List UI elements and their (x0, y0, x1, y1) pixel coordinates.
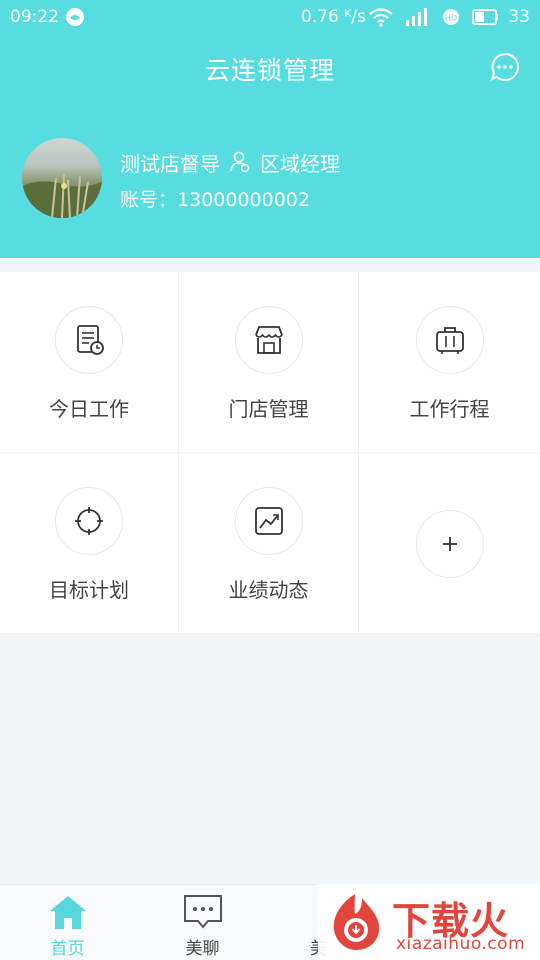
add-button[interactable] (415, 510, 484, 578)
wifi-icon (369, 8, 393, 27)
grid-item-add[interactable] (359, 453, 540, 634)
grid-item-performance[interactable]: 业绩动态 (179, 453, 359, 634)
grid-item-work-itinerary[interactable]: 工作行程 (359, 272, 540, 453)
grid-icon-circle (234, 306, 303, 374)
grid-icon-circle (55, 487, 123, 555)
grid-item-label: 目标计划 (49, 578, 129, 602)
tab-chat[interactable]: 美聊 (135, 885, 270, 960)
battery-icon (472, 9, 498, 25)
tab-label: 美聊 (185, 939, 220, 959)
grid-item-label: 工作行程 (409, 397, 490, 421)
grid-icon-circle (415, 306, 484, 374)
user-name: 测试店督导 (120, 151, 220, 176)
message-icon (183, 895, 222, 929)
flame-logo-icon (333, 894, 380, 950)
today-work-icon (77, 325, 104, 355)
account-info: 账号：13000000002 (120, 185, 310, 212)
watermark: 下载火 xiazaihuo.com (318, 884, 540, 960)
tab-home[interactable]: 首页 (0, 885, 135, 960)
hd-icon: HD (443, 9, 459, 25)
plus-icon (442, 537, 457, 551)
grid-icon-circle (234, 487, 303, 555)
svg-text:HD: HD (445, 14, 457, 23)
function-grid: 今日工作 门店管理 工作行程 目标计划 业绩动态 (0, 272, 540, 634)
battery-level: 33 (508, 7, 530, 27)
grid-item-label: 今日工作 (49, 397, 129, 421)
signal-icon (406, 8, 427, 26)
target-icon (75, 507, 103, 535)
user-role: 区域经理 (260, 151, 340, 176)
grid-icon-circle (55, 306, 123, 374)
user-info: 测试店督导 区域经理 (120, 148, 340, 176)
grid-item-store-management[interactable]: 门店管理 (179, 272, 359, 453)
status-time: 09:22 (10, 7, 59, 27)
grid-item-label: 门店管理 (228, 397, 309, 421)
status-icons: HD (369, 8, 498, 27)
watermark-domain: xiazaihuo.com (396, 934, 526, 954)
grid-item-target-plan[interactable]: 目标计划 (0, 453, 179, 634)
luggage-icon (435, 327, 464, 354)
user-role-icon (230, 151, 250, 173)
avatar-image (22, 173, 102, 218)
tab-label: 首页 (50, 939, 85, 959)
app-icon (66, 8, 84, 26)
chat-bubble-icon[interactable] (490, 52, 520, 82)
page-title: 云连锁管理 (204, 56, 335, 85)
store-icon (254, 326, 283, 354)
home-icon (49, 896, 86, 929)
trend-chart-icon (254, 507, 283, 535)
account-number: 13000000002 (177, 189, 310, 211)
header: 09:22 0.76 ᴷ/s HD 33 云连锁管理 测试店督导 区域经理 账号… (0, 0, 540, 258)
network-speed: 0.76 ᴷ/s (301, 7, 366, 27)
grid-item-label: 业绩动态 (228, 578, 309, 602)
grid-item-today-work[interactable]: 今日工作 (0, 272, 179, 453)
status-bar: 09:22 0.76 ᴷ/s HD 33 (0, 0, 540, 34)
avatar[interactable] (22, 138, 102, 218)
account-label: 账号： (120, 189, 178, 211)
